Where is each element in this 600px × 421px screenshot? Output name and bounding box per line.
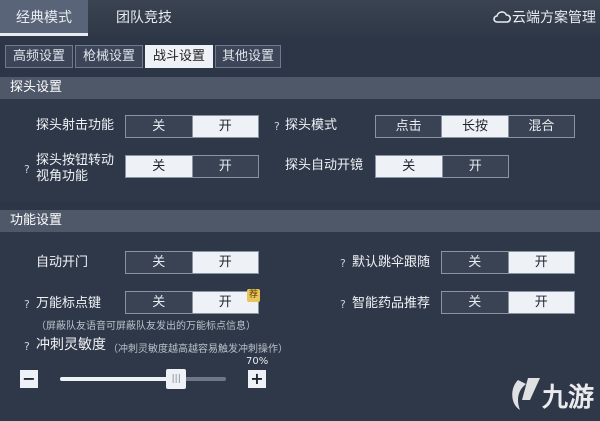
- help-icon[interactable]: ?: [274, 120, 280, 133]
- help-icon[interactable]: ?: [24, 163, 30, 176]
- peek-rotate-on[interactable]: 开: [191, 156, 259, 177]
- peek-shoot-toggle[interactable]: 关 开: [125, 115, 259, 138]
- auto-door-on[interactable]: 开: [191, 252, 258, 273]
- subtab-high-frequency[interactable]: 高频设置: [5, 45, 73, 68]
- section-header-function: 功能设置: [0, 210, 600, 232]
- peek-auto-scope-toggle[interactable]: 关 开: [375, 155, 509, 178]
- peek-auto-scope-label: 探头自动开镜: [285, 158, 364, 173]
- parachute-follow-toggle[interactable]: 关 开: [441, 251, 575, 274]
- parachute-follow-on[interactable]: 开: [507, 252, 574, 273]
- peek-mode-hold[interactable]: 长按: [441, 116, 508, 137]
- sprint-sensitivity-note: （冲刺灵敏度越高越容易触发冲刺操作）: [108, 344, 288, 355]
- peek-mode-selector[interactable]: 点击 长按 混合: [375, 115, 575, 138]
- parachute-follow-off[interactable]: 关: [442, 252, 508, 273]
- universal-marker-toggle[interactable]: 关 开: [125, 291, 259, 314]
- recommend-badge: 荐: [247, 289, 260, 302]
- section-title-peek: 探头设置: [10, 80, 63, 95]
- universal-marker-off[interactable]: 关: [126, 292, 192, 313]
- sprint-slider-fill: [60, 377, 177, 381]
- tab-team-label: 团队竞技: [116, 10, 172, 26]
- cloud-icon[interactable]: [492, 8, 512, 26]
- tab-classic-label: 经典模式: [16, 10, 72, 26]
- sprint-slider-handle[interactable]: |||: [166, 369, 187, 389]
- sprint-sensitivity-value: 70%: [246, 356, 269, 367]
- help-icon[interactable]: ?: [24, 298, 30, 311]
- help-icon[interactable]: ?: [340, 257, 346, 270]
- peek-shoot-on[interactable]: 开: [191, 116, 258, 137]
- smart-medkit-label: 智能药品推荐: [352, 296, 431, 311]
- section-title-function: 功能设置: [10, 213, 63, 228]
- subtab-other-settings[interactable]: 其他设置: [215, 45, 281, 68]
- smart-medkit-off[interactable]: 关: [442, 292, 508, 313]
- smart-medkit-on[interactable]: 开: [507, 292, 574, 313]
- sprint-increase-button[interactable]: +: [248, 370, 266, 388]
- peek-mode-mix[interactable]: 混合: [507, 116, 574, 137]
- tab-team-deathmatch[interactable]: 团队竞技: [100, 0, 188, 36]
- peek-auto-scope-on[interactable]: 开: [441, 156, 509, 177]
- smart-medkit-toggle[interactable]: 关 开: [441, 291, 575, 314]
- sprint-sensitivity-label: 冲刺灵敏度: [36, 337, 106, 353]
- peek-rotate-off[interactable]: 关: [126, 156, 192, 177]
- peek-shoot-off[interactable]: 关: [126, 116, 192, 137]
- peek-mode-label: 探头模式: [285, 118, 338, 133]
- sprint-decrease-button[interactable]: −: [20, 370, 38, 388]
- help-icon[interactable]: ?: [24, 340, 30, 353]
- peek-mode-click[interactable]: 点击: [376, 116, 441, 137]
- peek-auto-scope-off[interactable]: 关: [376, 156, 442, 177]
- subtab-combat-settings[interactable]: 战斗设置: [145, 45, 213, 68]
- section-header-peek: 探头设置: [0, 77, 600, 99]
- help-icon[interactable]: ?: [340, 298, 346, 311]
- auto-door-toggle[interactable]: 关 开: [125, 251, 259, 274]
- universal-marker-note: （屏蔽队友语音可屏蔽队友发出的万能标点信息）: [36, 321, 256, 332]
- universal-marker-label: 万能标点键: [36, 296, 102, 311]
- auto-door-label: 自动开门: [36, 255, 89, 270]
- auto-door-off[interactable]: 关: [126, 252, 192, 273]
- cloud-plan-manage-button[interactable]: 云端方案管理: [512, 0, 596, 36]
- watermark-logo-icon: 九游: [512, 378, 594, 413]
- peek-shoot-label: 探头射击功能: [36, 118, 115, 133]
- peek-rotate-toggle[interactable]: 关 开: [125, 155, 259, 178]
- peek-rotate-label-line1: 探头按钮转动: [36, 153, 115, 168]
- svg-text:九游: 九游: [541, 383, 594, 413]
- tab-classic-mode[interactable]: 经典模式: [0, 0, 88, 36]
- parachute-follow-label: 默认跳伞跟随: [352, 255, 431, 270]
- subtab-gun-settings[interactable]: 枪械设置: [75, 45, 143, 68]
- peek-rotate-label-line2: 视角功能: [36, 169, 89, 184]
